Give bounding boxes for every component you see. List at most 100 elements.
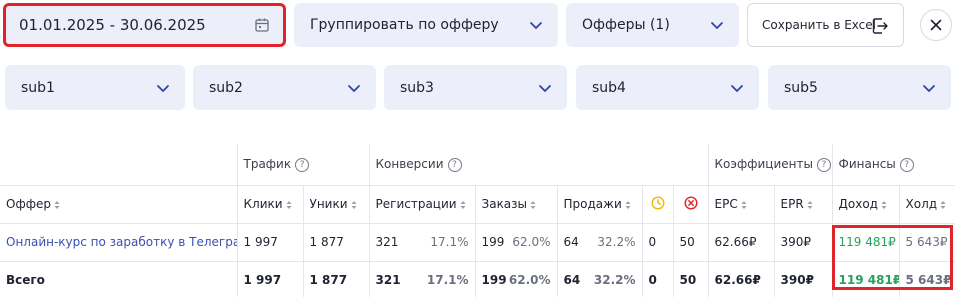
sub5-select[interactable]: sub5 [768,65,951,110]
sub2-select[interactable]: sub2 [193,65,376,110]
group-conversions-label: Конверсии [375,157,444,171]
stats-table: Трафик? Конверсии? Коэффициенты? Финансы… [0,144,955,297]
sort-icon [54,200,60,209]
total-uniques: 1 877 [303,261,370,297]
sort-icon [351,200,357,209]
col-offer[interactable]: Оффер [0,185,238,224]
offers-select[interactable]: Офферы (1) [566,3,739,47]
group-by-select[interactable]: Группировать по офферу [294,3,558,47]
sort-icon [741,200,747,209]
chevron-down-icon [731,84,743,92]
orders-value: 199 [481,235,505,249]
registrations-pct: 17.1% [430,235,469,249]
total-row: Всего 1 997 1 877 321 17.1% 199 62.0% 64 32… [0,261,955,297]
cell-income: 119 481₽ [832,223,900,262]
close-icon [930,19,942,31]
group-empty [0,144,238,186]
cell-uniques: 1 877 [303,223,370,262]
col-orders[interactable]: Заказы [475,185,558,224]
col-clicks[interactable]: Клики [237,185,304,224]
total-hold: 5 643₽ [905,273,952,288]
cell-orders: 199 62.0% [475,223,558,262]
col-hold[interactable]: Холд [899,185,955,224]
sub1-select[interactable]: sub1 [5,65,185,110]
export-icon [872,18,888,34]
total-epc: 62.66₽ [708,261,775,297]
col-epc-label: EPC [714,197,738,211]
chevron-down-icon [157,84,169,92]
sort-icon [286,200,292,209]
chevron-down-icon [923,84,935,92]
col-pending[interactable] [642,185,674,224]
total-pending: 0 [642,261,674,297]
col-epr[interactable]: EPR [774,185,833,224]
table-row: Онлайн-курс по заработку в Телеграм 1 99… [0,223,955,262]
col-registrations-label: Регистрации [375,197,457,211]
clock-icon [651,195,665,210]
group-finance: Финансы? [832,144,955,186]
total-orders-value: 199 [481,273,507,288]
sort-icon [940,200,946,209]
sub3-label: sub3 [400,79,434,96]
sub3-select[interactable]: sub3 [384,65,567,110]
total-sales: 64 32.2% [557,261,643,297]
col-offer-label: Оффер [6,197,51,211]
question-icon[interactable]: ? [295,157,310,172]
col-hold-label: Холд [905,197,938,211]
total-registrations: 321 17.1% [369,261,476,297]
sort-icon [807,200,813,209]
col-uniques-label: Уники [309,197,348,211]
col-epc[interactable]: EPC [708,185,775,224]
cell-hold: 5 643₽ [899,223,955,262]
col-sales-label: Продажи [563,197,622,211]
cell-registrations: 321 17.1% [369,223,476,262]
col-registrations[interactable]: Регистрации [369,185,476,224]
sort-icon [881,200,887,209]
sort-icon [625,200,631,209]
sub4-label: sub4 [592,79,626,96]
total-registrations-value: 321 [375,273,401,288]
cell-pending: 0 [642,223,674,262]
chevron-down-icon [539,84,551,92]
sub4-select[interactable]: sub4 [576,65,759,110]
close-button[interactable] [920,9,952,41]
save-excel-label: Сохранить в Excel [762,18,876,32]
group-by-value: Группировать по офферу [310,17,499,33]
registrations-value: 321 [375,235,399,249]
col-income-label: Доход [838,197,878,211]
date-range-value: 01.01.2025 - 30.06.2025 [19,16,206,34]
save-excel-button[interactable]: Сохранить в Excel [747,3,904,47]
total-orders-pct: 62.0% [508,273,551,288]
offer-link[interactable]: Онлайн-курс по заработку в Телеграм [0,223,238,262]
total-label: Всего [0,261,238,297]
calendar-icon[interactable] [254,17,270,33]
sub2-label: sub2 [209,79,243,96]
sort-icon [530,200,536,209]
sub5-label: sub5 [784,79,818,96]
cell-epc: 62.66₽ [708,223,775,262]
col-clicks-label: Клики [243,197,283,211]
date-range-picker[interactable]: 01.01.2025 - 30.06.2025 [3,3,286,47]
col-sales[interactable]: Продажи [557,185,643,224]
total-income: 119 481₽ [832,261,900,297]
col-orders-label: Заказы [481,197,528,211]
cancel-circle-icon [684,195,698,210]
col-uniques[interactable]: Уники [303,185,370,224]
group-traffic-label: Трафик [243,157,292,171]
column-header-row: Оффер Клики Уники Регистрации Заказы Про… [0,185,955,224]
sales-value: 64 [563,235,579,249]
total-sales-value: 64 [563,273,581,288]
question-icon[interactable]: ? [899,157,914,172]
question-icon[interactable]: ? [447,157,462,172]
question-icon[interactable]: ? [816,157,831,172]
col-rejected[interactable] [673,185,709,224]
col-income[interactable]: Доход [832,185,900,224]
sort-icon [460,200,466,209]
offers-value: Офферы (1) [582,17,670,33]
orders-pct: 62.0% [512,235,551,249]
cell-epr: 390₽ [774,223,833,262]
total-orders: 199 62.0% [475,261,558,297]
chevron-down-icon [711,22,723,29]
offer-name[interactable]: Онлайн-курс по заработку в Телеграм [6,235,236,249]
group-conversions: Конверсии? [369,144,709,186]
